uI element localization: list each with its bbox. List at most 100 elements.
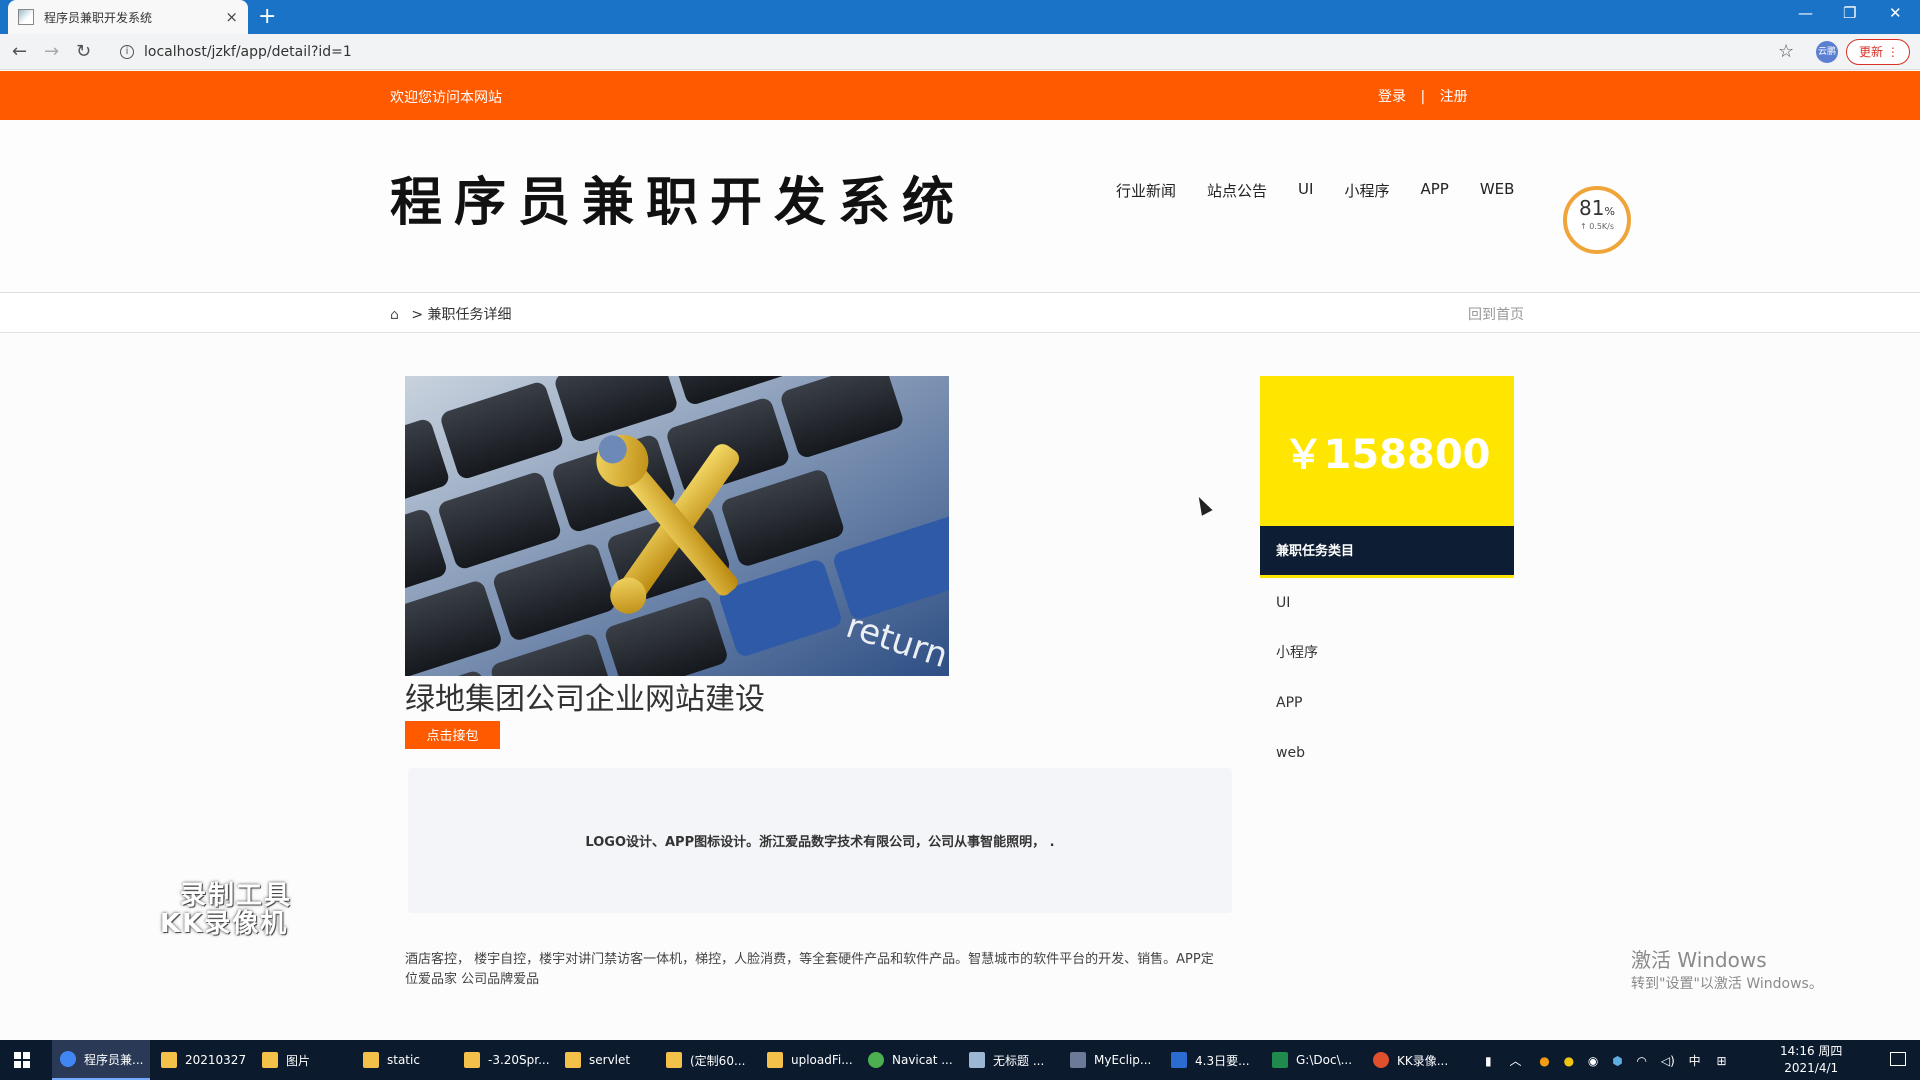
- back-home-link[interactable]: 回到首页: [1468, 304, 1524, 324]
- accept-task-button[interactable]: 点击接包: [405, 721, 500, 749]
- register-link[interactable]: 注册: [1440, 89, 1468, 105]
- folder-icon: [363, 1052, 379, 1068]
- tray-qq-icon[interactable]: ◉: [1588, 1054, 1598, 1068]
- url-text: localhost/jzkf/app/detail?id=1: [144, 44, 352, 60]
- clock-date: 2021/4/1: [1784, 1061, 1839, 1075]
- taskbar-item-folder[interactable]: -3.20Spr...: [456, 1040, 554, 1080]
- taskbar-item-navicat[interactable]: Navicat ...: [860, 1040, 958, 1080]
- taskbar-item-folder[interactable]: servlet: [557, 1040, 655, 1080]
- tray-keyboard-icon[interactable]: ⊞: [1716, 1054, 1726, 1068]
- folder-icon: [767, 1052, 783, 1068]
- taskbar-item-folder[interactable]: uploadFi...: [759, 1040, 857, 1080]
- folder-icon: [666, 1052, 682, 1068]
- activate-title: 激活 Windows: [1631, 948, 1767, 972]
- folder-icon: [161, 1052, 177, 1068]
- bookmark-star-icon[interactable]: ☆: [1778, 41, 1794, 62]
- profile-avatar[interactable]: 云鹏: [1816, 41, 1838, 63]
- category-item-web[interactable]: web: [1276, 728, 1318, 778]
- task-price: ￥158800: [1260, 376, 1514, 526]
- start-icon[interactable]: [14, 1052, 30, 1068]
- task-title: 绿地集团公司企业网站建设: [405, 682, 765, 717]
- folder-icon: [464, 1052, 480, 1068]
- eclipse-icon: [1070, 1052, 1086, 1068]
- widget-percent-unit: %: [1604, 205, 1615, 218]
- category-item-mini-program[interactable]: 小程序: [1276, 628, 1318, 678]
- nav-item-industry-news[interactable]: 行业新闻: [1116, 180, 1176, 201]
- tray-ime-label[interactable]: 中: [1689, 1054, 1701, 1068]
- back-icon[interactable]: ←: [12, 41, 27, 62]
- mouse-cursor-icon: [1193, 494, 1213, 516]
- widget-speed: ↑ 0.5K/s: [1579, 222, 1615, 231]
- notification-icon[interactable]: [1890, 1052, 1906, 1066]
- activate-windows-notice: 激活 Windows 转到"设置"以激活 Windows。: [1631, 944, 1823, 993]
- new-tab-button[interactable]: +: [258, 4, 276, 30]
- task-summary: LOGO设计、APP图标设计。浙江爱品数字技术有限公司，公司从事智能照明， .: [408, 768, 1232, 913]
- tray-app-icon[interactable]: ●: [1539, 1054, 1549, 1068]
- taskbar-item-folder[interactable]: 图片: [254, 1040, 352, 1080]
- browser-tab[interactable]: 程序员兼职开发系统 ×: [8, 0, 248, 34]
- category-list: UI 小程序 APP web: [1276, 578, 1318, 778]
- nav-item-mini-program[interactable]: 小程序: [1344, 180, 1389, 201]
- nav-item-web[interactable]: WEB: [1480, 180, 1515, 201]
- category-item-ui[interactable]: UI: [1276, 578, 1318, 628]
- taskbar-clock[interactable]: 14:16 周四 2021/4/1: [1780, 1043, 1842, 1077]
- taskbar-item-kk-recorder[interactable]: KK录像...: [1365, 1040, 1463, 1080]
- taskbar-item-folder[interactable]: (定制60...: [658, 1040, 756, 1080]
- tray-app-icon[interactable]: ●: [1564, 1054, 1574, 1068]
- network-speed-widget[interactable]: 81% ↑ 0.5K/s: [1563, 186, 1631, 254]
- tray-network-icon[interactable]: ◠: [1637, 1054, 1647, 1068]
- breadcrumb: ⌂ > 兼职任务详细 回到首页: [0, 293, 1920, 333]
- chrome-icon: [60, 1051, 76, 1067]
- system-tray: ▮ ︿ ● ● ◉ ⬢ ◠ ◁) 中 ⊞: [1485, 1052, 1727, 1069]
- excel-icon: [1272, 1052, 1288, 1068]
- reload-icon[interactable]: ↻: [76, 41, 91, 62]
- auth-links: 登录 | 注册: [1378, 86, 1468, 106]
- breadcrumb-separator: >: [411, 307, 424, 323]
- kk-recorder-icon: [1373, 1052, 1389, 1068]
- taskbar-item-chrome[interactable]: 程序员兼...: [52, 1040, 150, 1080]
- navicat-icon: [868, 1052, 884, 1068]
- clock-time: 14:16 周四: [1780, 1044, 1843, 1058]
- tab-title: 程序员兼职开发系统: [44, 10, 153, 25]
- update-button[interactable]: 更新 ⋮: [1846, 39, 1910, 65]
- nav-item-app[interactable]: APP: [1420, 180, 1448, 201]
- restore-icon[interactable]: ❐: [1843, 4, 1856, 22]
- recorder-watermark: 录制工具 KK录像机: [160, 882, 292, 938]
- site-header: 程序员兼职开发系统 行业新闻 站点公告 UI 小程序 APP WEB: [0, 120, 1920, 293]
- taskbar-item-folder[interactable]: 20210327: [153, 1040, 251, 1080]
- taskbar-item-paint[interactable]: 无标题 ...: [961, 1040, 1059, 1080]
- category-item-app[interactable]: APP: [1276, 678, 1318, 728]
- address-bar-row: ← → ↻ i localhost/jzkf/app/detail?id=1 ☆…: [0, 34, 1920, 70]
- home-icon[interactable]: ⌂: [390, 307, 399, 323]
- taskbar-item-eclipse[interactable]: MyEclip...: [1062, 1040, 1160, 1080]
- forward-icon[interactable]: →: [44, 41, 59, 62]
- nav-item-announcements[interactable]: 站点公告: [1207, 180, 1267, 201]
- site-info-icon[interactable]: i: [120, 45, 134, 59]
- nav-item-ui[interactable]: UI: [1298, 180, 1313, 201]
- site-topbar: 欢迎您访问本网站 登录 | 注册: [0, 71, 1920, 120]
- word-icon: [1171, 1052, 1187, 1068]
- login-link[interactable]: 登录: [1378, 89, 1406, 105]
- watermark-line-1: 录制工具: [180, 881, 293, 911]
- task-image: return: [405, 376, 949, 676]
- url-input[interactable]: i localhost/jzkf/app/detail?id=1: [110, 38, 1790, 66]
- minimize-icon[interactable]: —: [1798, 4, 1813, 22]
- tray-security-icon[interactable]: ⬢: [1612, 1054, 1622, 1068]
- taskbar-item-word[interactable]: 4.3日要...: [1163, 1040, 1261, 1080]
- taskbar-item-excel[interactable]: G:\Doc\...: [1264, 1040, 1362, 1080]
- site-logo[interactable]: 程序员兼职开发系统: [390, 160, 966, 235]
- watermark-line-2: KK录像机: [160, 909, 289, 939]
- activate-hint: 转到"设置"以激活 Windows。: [1631, 976, 1823, 992]
- folder-icon: [565, 1052, 581, 1068]
- close-window-icon[interactable]: ✕: [1889, 4, 1902, 22]
- close-tab-icon[interactable]: ×: [225, 8, 238, 26]
- task-summary-text: LOGO设计、APP图标设计。浙江爱品数字技术有限公司，公司从事智能照明， .: [585, 835, 1055, 850]
- tray-volume-icon[interactable]: ◁): [1661, 1054, 1675, 1068]
- tray-expand-icon[interactable]: ︿: [1509, 1054, 1521, 1068]
- tray-battery-icon[interactable]: ▮: [1485, 1054, 1492, 1068]
- windows-taskbar: 程序员兼... 20210327 图片 static -3.20Spr... s…: [0, 1040, 1920, 1080]
- auth-separator: |: [1420, 89, 1426, 105]
- browser-tab-strip: 程序员兼职开发系统 × + — ❐ ✕: [0, 0, 1920, 34]
- taskbar-item-folder[interactable]: static: [355, 1040, 453, 1080]
- category-title: 兼职任务类目: [1260, 526, 1514, 578]
